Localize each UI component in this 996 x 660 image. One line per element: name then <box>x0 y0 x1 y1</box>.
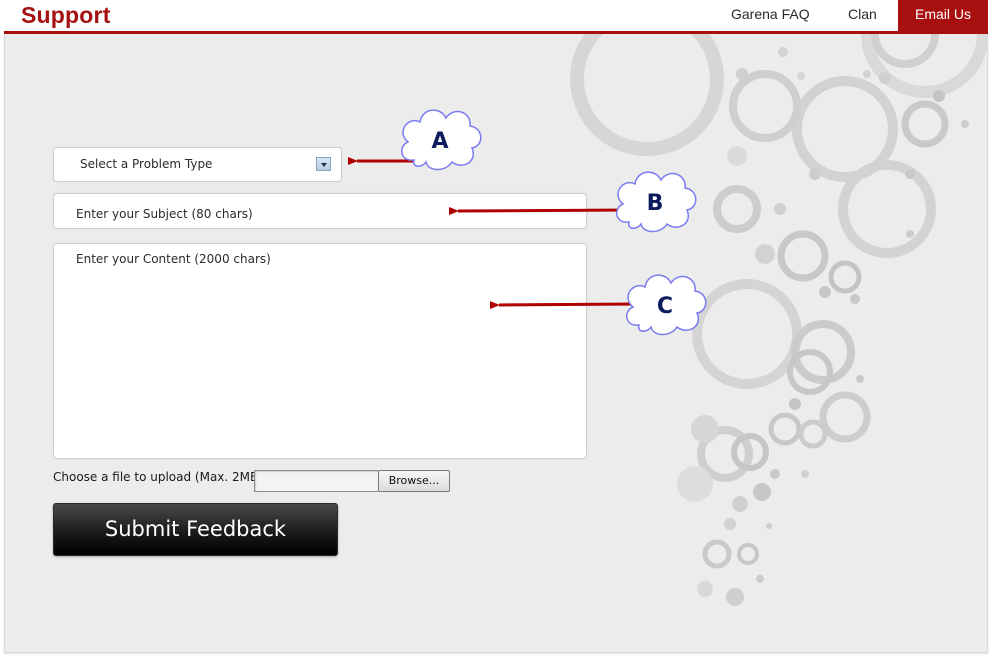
decorative-dot <box>801 470 809 478</box>
decorative-dot <box>697 581 713 597</box>
decorative-ring <box>798 419 828 449</box>
decorative-dot <box>727 146 747 166</box>
decorative-dot <box>753 483 771 501</box>
decorative-dot <box>879 72 891 84</box>
content-textarea[interactable]: Enter your Content (2000 chars) <box>53 243 587 459</box>
chevron-down-icon[interactable] <box>316 157 331 171</box>
decorative-dot <box>691 415 719 443</box>
decorative-dot <box>797 72 805 80</box>
problem-type-value: Select a Problem Type <box>80 157 213 171</box>
decorative-ring <box>819 391 871 443</box>
submit-feedback-button[interactable]: Submit Feedback <box>53 503 338 556</box>
upload-label: Choose a file to upload (Max. 2MB) <box>53 470 263 484</box>
decorative-dot <box>789 398 801 410</box>
decorative-dot <box>766 523 772 529</box>
header-bar: Support Garena FAQ Clan Email Us <box>0 0 988 31</box>
browse-button[interactable]: Browse... <box>378 470 450 492</box>
decorative-ring <box>729 70 801 142</box>
content-placeholder: Enter your Content (2000 chars) <box>76 252 271 266</box>
brand-title: Support <box>21 2 111 28</box>
nav-email-us[interactable]: Email Us <box>898 0 988 31</box>
decorative-ring <box>901 100 949 148</box>
decorative-dot <box>732 496 748 512</box>
decorative-dot <box>856 375 864 383</box>
decorative-ring <box>828 260 862 294</box>
file-path-field[interactable] <box>254 470 378 492</box>
decorative-ring <box>737 543 759 565</box>
decorative-dot <box>736 68 748 80</box>
decorative-dot <box>677 466 713 502</box>
decorative-ring <box>777 230 829 282</box>
subject-placeholder: Enter your Subject (80 chars) <box>76 207 253 221</box>
decorative-dot <box>961 120 969 128</box>
decorative-dot <box>726 588 744 606</box>
subject-input[interactable]: Enter your Subject (80 chars) <box>53 193 587 229</box>
decorative-ring <box>787 349 833 395</box>
decorative-ring <box>692 279 802 389</box>
decorative-dot <box>770 469 780 479</box>
decorative-dot <box>774 203 786 215</box>
support-form-panel: Select a Problem Type Enter your Subject… <box>4 34 988 653</box>
decorative-dot <box>756 575 764 583</box>
decorative-dot <box>850 294 860 304</box>
decorative-dot <box>778 47 788 57</box>
decorative-dot <box>819 286 831 298</box>
nav-clan[interactable]: Clan <box>848 0 877 31</box>
decorative-dot <box>809 168 821 180</box>
decorative-dot <box>906 230 914 238</box>
problem-type-select[interactable]: Select a Problem Type <box>53 147 342 182</box>
nav-garena-faq[interactable]: Garena FAQ <box>731 0 810 31</box>
decorative-ring <box>838 160 936 258</box>
decorative-dot <box>905 169 915 179</box>
decorative-ring <box>702 539 732 569</box>
decorative-dot <box>755 244 775 264</box>
decorative-ring <box>768 412 802 446</box>
decorative-ring <box>871 34 939 68</box>
decorative-dot <box>863 70 871 78</box>
decorative-dot <box>724 518 736 530</box>
decorative-dot <box>933 90 945 102</box>
decorative-ring <box>713 185 761 233</box>
decorative-ring <box>570 34 724 156</box>
